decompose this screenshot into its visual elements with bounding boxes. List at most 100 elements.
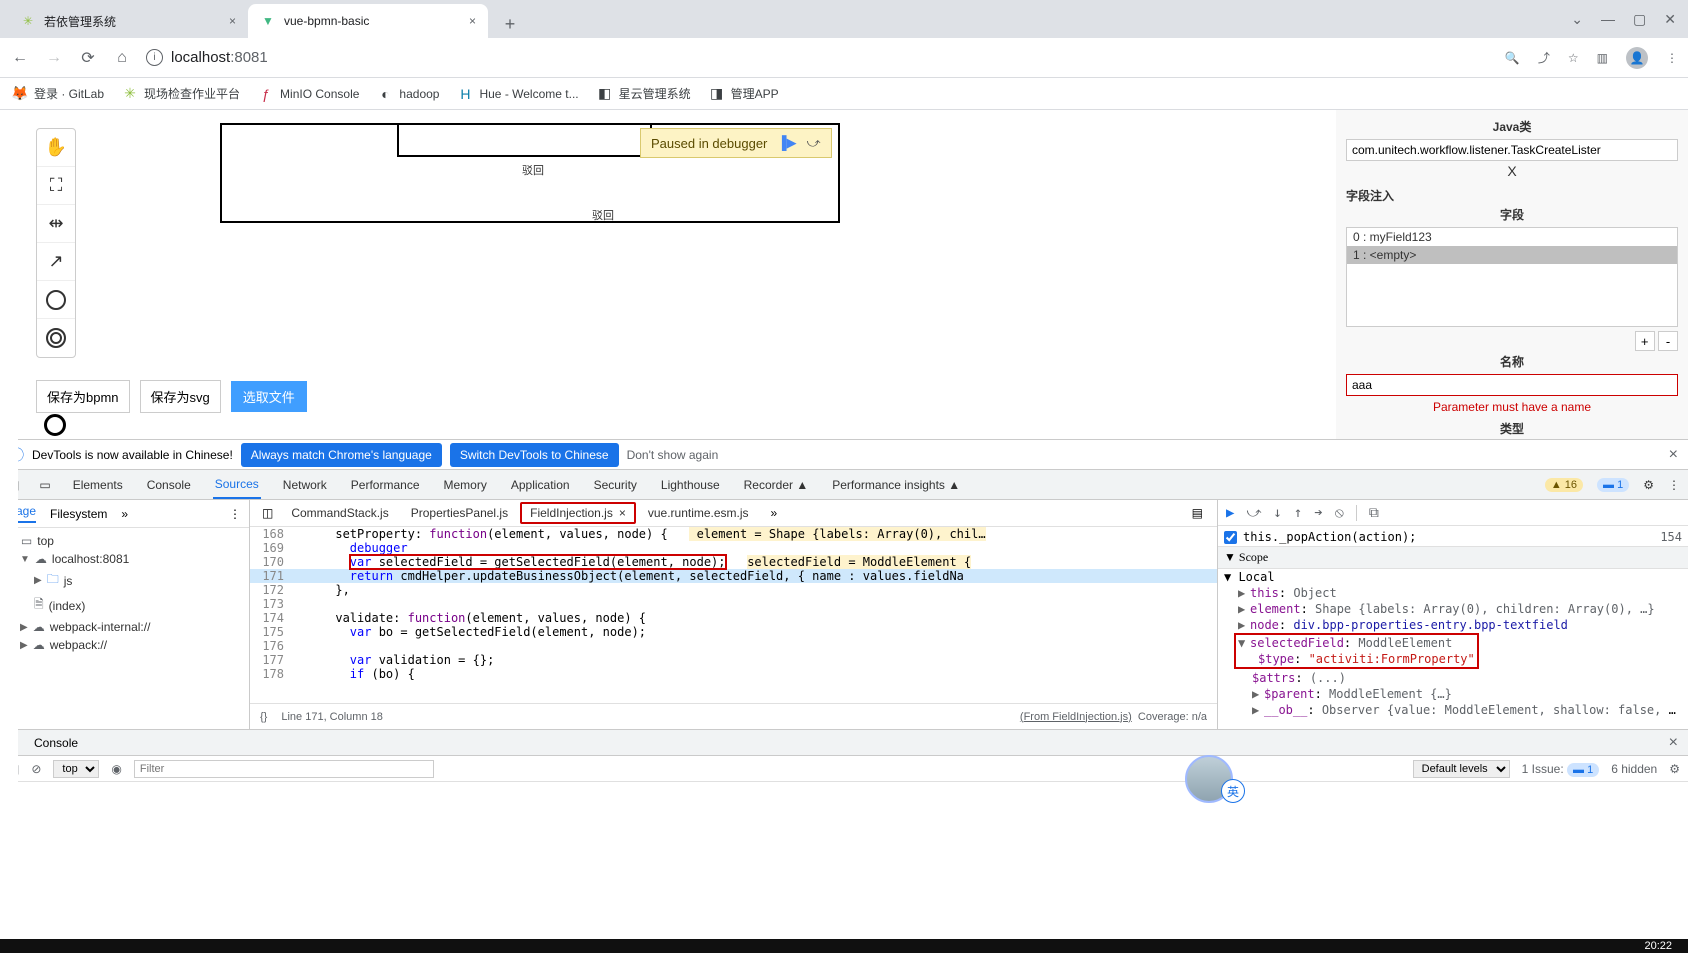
scope-attrs[interactable]: $attrs: (...) bbox=[1224, 670, 1682, 686]
clear-console-icon[interactable]: ⊘ bbox=[31, 762, 41, 776]
bookmark-item[interactable]: ƒMinIO Console bbox=[258, 86, 359, 102]
save-bpmn-button[interactable]: 保存为bpmn bbox=[36, 380, 130, 413]
menu-icon[interactable]: ⋮ bbox=[1666, 51, 1678, 65]
close-window-icon[interactable]: ✕ bbox=[1664, 11, 1676, 28]
tree-folder-js[interactable]: ▶🗀js bbox=[6, 568, 243, 593]
more-options-icon[interactable]: ⋮ bbox=[229, 507, 241, 521]
resume-icon[interactable]: ▐▶ bbox=[777, 135, 796, 151]
forward-icon[interactable]: → bbox=[44, 49, 64, 67]
file-tab[interactable]: PropertiesPanel.js bbox=[401, 502, 518, 524]
tab-security[interactable]: Security bbox=[592, 472, 639, 498]
tab-elements[interactable]: Elements bbox=[71, 472, 125, 498]
intermediate-event-icon[interactable] bbox=[37, 319, 75, 357]
add-item-button[interactable]: + bbox=[1635, 331, 1655, 351]
back-icon[interactable]: ← bbox=[10, 49, 30, 67]
tree-webpack[interactable]: ▶☁webpack:// bbox=[6, 636, 243, 654]
scope-ob[interactable]: ▶__ob__: Observer {value: ModdleElement,… bbox=[1224, 702, 1682, 718]
subtab-filesystem[interactable]: Filesystem bbox=[50, 507, 107, 521]
pause-exceptions-icon[interactable]: ⧉ bbox=[1369, 505, 1379, 521]
assistant-avatar[interactable] bbox=[1185, 755, 1233, 803]
url-box[interactable]: i localhost:8081 bbox=[146, 49, 1491, 66]
bookmark-item[interactable]: 🦊登录 · GitLab bbox=[12, 85, 104, 102]
remove-item-button[interactable]: - bbox=[1658, 331, 1678, 351]
tab-console[interactable]: Console bbox=[145, 472, 193, 498]
tab-application[interactable]: Application bbox=[509, 472, 572, 498]
close-tab-icon[interactable]: × bbox=[469, 14, 476, 28]
toggle-debug-pane-icon[interactable]: ▤ bbox=[1184, 506, 1211, 520]
tab-recorder[interactable]: Recorder ▲ bbox=[742, 472, 811, 498]
new-tab-button[interactable]: + bbox=[496, 10, 524, 38]
field-list[interactable]: 0 : myField123 1 : <empty> bbox=[1346, 227, 1678, 327]
tab-lighthouse[interactable]: Lighthouse bbox=[659, 472, 722, 498]
java-class-input[interactable] bbox=[1346, 139, 1678, 161]
switch-language-button[interactable]: Switch DevTools to Chinese bbox=[450, 443, 619, 467]
log-levels-select[interactable]: Default levels bbox=[1413, 760, 1510, 778]
scope-element[interactable]: ▶element: Shape {labels: Array(0), child… bbox=[1224, 601, 1682, 617]
settings-icon[interactable]: ⚙ bbox=[1643, 478, 1654, 492]
context-select[interactable]: top bbox=[53, 760, 99, 778]
watch-expression[interactable]: this._popAction(action); 154 bbox=[1224, 528, 1682, 546]
site-info-icon[interactable]: i bbox=[146, 49, 163, 66]
scope-local[interactable]: ▼ Local bbox=[1224, 569, 1682, 585]
console-filter-input[interactable] bbox=[134, 760, 434, 778]
hand-tool-icon[interactable]: ✋ bbox=[37, 129, 75, 167]
tab-perf-insights[interactable]: Performance insights ▲ bbox=[830, 472, 962, 498]
bookmark-item[interactable]: ◐hadoop bbox=[377, 86, 439, 102]
more-subtabs-icon[interactable]: » bbox=[121, 507, 128, 521]
pretty-print-icon[interactable]: {} bbox=[260, 711, 267, 723]
resume-icon[interactable]: ▶ bbox=[1226, 505, 1234, 521]
name-input[interactable] bbox=[1346, 374, 1678, 396]
dont-show-link[interactable]: Don't show again bbox=[627, 448, 719, 462]
tree-top[interactable]: ▼▭top bbox=[6, 532, 243, 550]
watch-checkbox[interactable] bbox=[1224, 531, 1237, 544]
eye-icon[interactable]: ◉ bbox=[111, 762, 121, 776]
scope-this[interactable]: ▶this: Object bbox=[1224, 585, 1682, 601]
step-over-icon[interactable]: ⤻ bbox=[807, 135, 821, 151]
scope-node[interactable]: ▶node: div.bpp-properties-entry.bpp-text… bbox=[1224, 617, 1682, 633]
bookmark-item[interactable]: ◨管理APP bbox=[709, 85, 779, 102]
warnings-badge[interactable]: ▲ 16 bbox=[1545, 478, 1583, 492]
pick-file-button[interactable]: 选取文件 bbox=[231, 381, 307, 412]
reload-icon[interactable]: ⟳ bbox=[78, 48, 98, 68]
device-toggle-icon[interactable]: ▭ bbox=[39, 478, 50, 492]
bookmark-icon[interactable]: ☆ bbox=[1568, 51, 1579, 65]
close-file-icon[interactable]: × bbox=[619, 506, 626, 520]
close-notice-icon[interactable]: × bbox=[1669, 446, 1678, 464]
scope-parent[interactable]: ▶$parent: ModdleElement {…} bbox=[1224, 686, 1682, 702]
deactivate-breakpoints-icon[interactable]: ⦸ bbox=[1335, 505, 1344, 521]
space-tool-icon[interactable]: ⇹ bbox=[37, 205, 75, 243]
always-match-button[interactable]: Always match Chrome's language bbox=[241, 443, 442, 467]
tab-performance[interactable]: Performance bbox=[349, 472, 422, 498]
minimize-icon[interactable]: — bbox=[1601, 11, 1615, 27]
search-icon[interactable]: 🔍 bbox=[1505, 51, 1520, 65]
hidden-count[interactable]: 6 hidden bbox=[1611, 762, 1657, 776]
code-area[interactable]: 168 setProperty: function(element, value… bbox=[250, 527, 1217, 703]
tree-webpack-internal[interactable]: ▶☁webpack-internal:// bbox=[6, 618, 243, 636]
tab-network[interactable]: Network bbox=[281, 472, 329, 498]
lasso-tool-icon[interactable]: ⛶ bbox=[37, 167, 75, 205]
browser-tab-1[interactable]: ▼ vue-bpmn-basic × bbox=[248, 4, 488, 38]
close-drawer-icon[interactable]: × bbox=[1669, 734, 1678, 752]
tree-host[interactable]: ▼☁localhost:8081 bbox=[6, 550, 243, 568]
tree-index[interactable]: 🗎(index) bbox=[6, 593, 243, 618]
file-tab[interactable]: vue.runtime.esm.js bbox=[638, 502, 759, 524]
browser-tab-0[interactable]: ✳ 若依管理系统 × bbox=[8, 4, 248, 38]
file-tab[interactable]: CommandStack.js bbox=[281, 502, 398, 524]
maximize-icon[interactable]: ▢ bbox=[1633, 11, 1646, 28]
scope-selected-field[interactable]: ▼selectedField: ModdleElement bbox=[1238, 635, 1475, 651]
end-event-icon[interactable] bbox=[44, 414, 66, 436]
chevron-down-icon[interactable]: ⌄ bbox=[1571, 11, 1583, 28]
close-tab-icon[interactable]: × bbox=[229, 14, 236, 28]
profile-icon[interactable]: 👤 bbox=[1626, 47, 1648, 69]
field-list-item[interactable]: 0 : myField123 bbox=[1347, 228, 1677, 246]
more-tabs-icon[interactable]: » bbox=[761, 506, 788, 520]
step-out-icon[interactable]: ↑ bbox=[1294, 505, 1302, 521]
file-tab-active[interactable]: FieldInjection.js × bbox=[520, 502, 636, 524]
clear-field-icon[interactable]: X bbox=[1346, 163, 1678, 179]
start-event-icon[interactable] bbox=[37, 281, 75, 319]
home-icon[interactable]: ⌂ bbox=[112, 49, 132, 67]
bookmark-item[interactable]: ◧星云管理系统 bbox=[597, 85, 691, 102]
more-icon[interactable]: ⋮ bbox=[1668, 478, 1680, 492]
step-icon[interactable]: ➔ bbox=[1314, 505, 1322, 521]
issues-badge[interactable]: ▬ 1 bbox=[1597, 478, 1629, 492]
